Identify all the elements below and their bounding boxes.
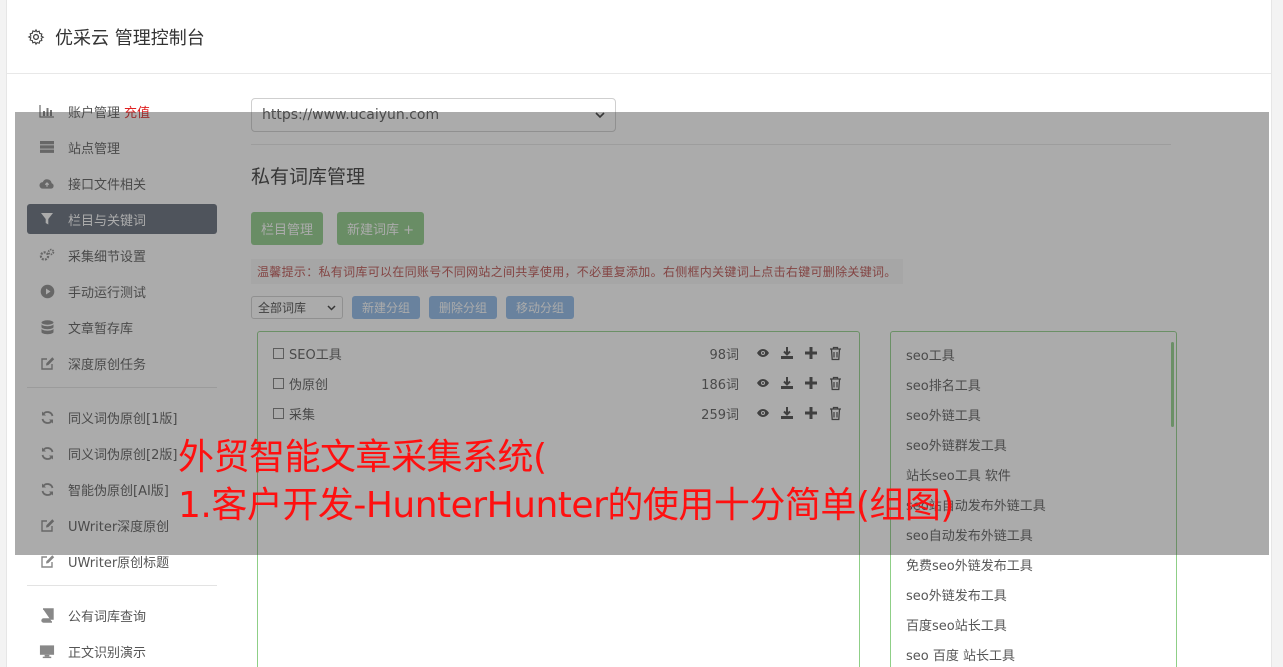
headline-line-1: 外贸智能文章采集系统( bbox=[178, 437, 547, 478]
keyword-item[interactable]: seo 百度 站长工具 bbox=[891, 642, 1176, 667]
monitor-icon bbox=[39, 643, 55, 659]
sidebar-item-text-recognition[interactable]: 正文识别演示 bbox=[27, 636, 217, 666]
sidebar-item-label: 公有词库查询 bbox=[68, 609, 147, 625]
gear-icon bbox=[27, 28, 45, 45]
sidebar-item-label: 正文识别演示 bbox=[68, 645, 147, 661]
headline-line-2: 1.客户开发-HunterHunter的使用十分简单(组图) bbox=[178, 485, 954, 526]
edit-icon bbox=[39, 553, 55, 569]
keyword-item[interactable]: 免费seo外链发布工具 bbox=[891, 552, 1176, 582]
keyword-item[interactable]: seo外链发布工具 bbox=[891, 582, 1176, 612]
sidebar-item-public-lib[interactable]: 公有词库查询 bbox=[27, 600, 217, 630]
book-icon bbox=[39, 607, 55, 623]
overlay-headline: 外贸智能文章采集系统( 1.客户开发-HunterHunter的使用十分简单(组… bbox=[178, 434, 954, 530]
sidebar-divider bbox=[27, 585, 217, 586]
app-title: 优采云 管理控制台 bbox=[55, 27, 205, 49]
keyword-item[interactable]: 百度seo站长工具 bbox=[891, 612, 1176, 642]
top-bar: 优采云 管理控制台 bbox=[7, 0, 1271, 74]
